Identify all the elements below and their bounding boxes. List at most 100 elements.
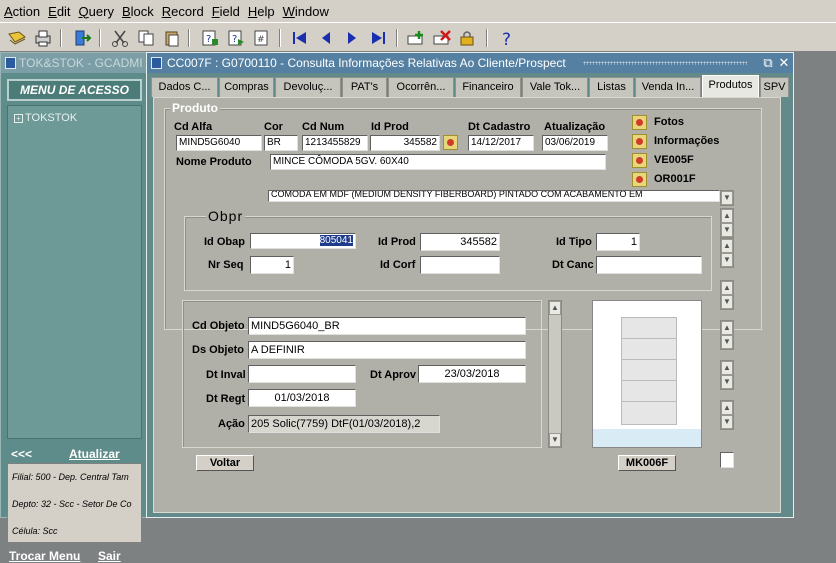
enter-query-icon[interactable]: ? — [200, 28, 220, 48]
record-scrollbar-2[interactable]: ▲ ▼ — [720, 238, 734, 268]
record-scrollbar-1[interactable]: ▲ ▼ — [720, 208, 734, 238]
informacoes-link[interactable]: Informações — [654, 135, 719, 147]
tab-compras[interactable]: Compras — [219, 77, 274, 97]
restore-icon[interactable]: ⧉ — [761, 55, 775, 71]
scroll-up-icon[interactable]: ▲ — [721, 321, 733, 335]
dt-canc-field[interactable] — [596, 256, 702, 274]
or001f-icon[interactable] — [632, 172, 647, 187]
atualizacao-field[interactable]: 03/06/2019 — [542, 135, 608, 151]
scroll-down-icon[interactable]: ▼ — [721, 191, 733, 205]
exit-link[interactable]: Sair — [98, 549, 121, 563]
tab-ocorrencias[interactable]: Ocorrên... — [388, 77, 454, 97]
menu-query[interactable]: Query — [75, 4, 118, 19]
scroll-down-icon[interactable]: ▼ — [721, 375, 733, 389]
ve005f-link[interactable]: VE005F — [654, 154, 694, 166]
tab-spv[interactable]: SPV — [760, 77, 789, 97]
print-icon[interactable] — [33, 28, 53, 48]
id-obap-field[interactable]: 805041 — [250, 233, 356, 249]
cd-alfa-field[interactable]: MIND5G6040 — [176, 135, 262, 151]
tab-vale-tok[interactable]: Vale Tok... — [522, 77, 588, 97]
save-icon[interactable] — [7, 28, 27, 48]
tab-produtos[interactable]: Produtos — [702, 75, 759, 97]
tab-pats[interactable]: PAT's — [342, 77, 387, 97]
scroll-up-icon[interactable]: ▲ — [549, 301, 561, 315]
scroll-down-icon[interactable]: ▼ — [549, 433, 561, 447]
objeto-scrollbar[interactable]: ▲ ▼ — [548, 300, 562, 448]
nome-produto-field[interactable]: MINCE CÔMODA 5GV. 60X40 — [270, 154, 606, 170]
execute-query-icon[interactable]: ? — [226, 28, 246, 48]
help-icon[interactable]: ? — [497, 28, 517, 48]
tab-listas[interactable]: Listas — [589, 77, 634, 97]
cd-num-field[interactable]: 1213455829 — [302, 135, 368, 151]
ds-objeto-field[interactable]: A DEFINIR — [248, 341, 526, 359]
update-link[interactable]: Atualizar — [69, 447, 120, 461]
menu-record[interactable]: Record — [158, 4, 208, 19]
photos-icon[interactable] — [632, 115, 647, 130]
previous-record-icon[interactable] — [316, 28, 336, 48]
menu-field[interactable]: Field — [208, 4, 244, 19]
copy-icon[interactable] — [136, 28, 156, 48]
close-icon[interactable]: ✕ — [777, 55, 791, 71]
dt-cadastro-field[interactable]: 14/12/2017 — [468, 135, 534, 151]
scroll-up-icon[interactable]: ▲ — [721, 209, 733, 223]
voltar-button[interactable]: Voltar — [196, 455, 254, 471]
scroll-down-icon[interactable]: ▼ — [721, 415, 733, 429]
scroll-up-icon[interactable]: ▲ — [721, 361, 733, 375]
record-scrollbar-5[interactable]: ▲ ▼ — [720, 360, 734, 390]
menu-action[interactable]: Action — [0, 4, 44, 19]
nr-seq-field[interactable]: 1 — [250, 256, 294, 274]
switch-menu-link[interactable]: Trocar Menu — [9, 549, 80, 563]
next-record-icon[interactable] — [342, 28, 362, 48]
cut-icon[interactable] — [110, 28, 130, 48]
scroll-up-icon[interactable]: ▲ — [721, 401, 733, 415]
id-tipo-field[interactable]: 1 — [596, 233, 640, 251]
tab-financeiro[interactable]: Financeiro — [455, 77, 521, 97]
record-indicator[interactable] — [720, 452, 734, 468]
record-scrollbar-3[interactable]: ▲ ▼ — [720, 280, 734, 310]
paste-icon[interactable] — [162, 28, 182, 48]
dt-inval-field[interactable] — [248, 365, 356, 383]
menu-edit[interactable]: Edit — [44, 4, 74, 19]
fotos-link[interactable]: Fotos — [654, 116, 684, 128]
scroll-up-icon[interactable]: ▲ — [721, 239, 733, 253]
descricao-field[interactable]: CÔMODA EM MDF (MEDIUM DENSITY FIBERBOARD… — [268, 190, 720, 202]
tab-dados-cliente[interactable]: Dados C... — [151, 77, 218, 97]
tab-venda-internet[interactable]: Venda In... — [635, 77, 701, 97]
back-link[interactable]: <<< — [11, 447, 32, 461]
cd-objeto-field[interactable]: MIND5G6040_BR — [248, 317, 526, 335]
menu-block[interactable]: Block — [118, 4, 158, 19]
record-scrollbar-4[interactable]: ▲ ▼ — [720, 320, 734, 350]
scroll-down-icon[interactable]: ▼ — [721, 223, 733, 237]
menu-help[interactable]: Help — [244, 4, 279, 19]
exit-icon[interactable] — [72, 28, 92, 48]
last-record-icon[interactable] — [368, 28, 388, 48]
obpr-id-prod-field[interactable]: 345582 — [420, 233, 500, 251]
scroll-down-icon[interactable]: ▼ — [721, 253, 733, 267]
id-corf-field[interactable] — [420, 256, 500, 274]
scroll-down-icon[interactable]: ▼ — [721, 335, 733, 349]
record-scrollbar-6[interactable]: ▲ ▼ — [720, 400, 734, 430]
tree-node-tokstok[interactable]: + TOKSTOK — [14, 112, 141, 124]
lock-record-icon[interactable] — [458, 28, 478, 48]
insert-record-icon[interactable] — [406, 28, 426, 48]
window-icon — [151, 57, 162, 69]
dt-regt-field[interactable]: 01/03/2018 — [248, 389, 356, 407]
count-query-icon[interactable]: # — [252, 28, 272, 48]
description-scrollbar[interactable]: ▼ — [720, 190, 734, 206]
id-prod-field[interactable]: 345582 — [370, 135, 440, 151]
expand-icon[interactable]: + — [14, 113, 23, 123]
tab-devolucoes[interactable]: Devoluç... — [275, 77, 341, 97]
cor-field[interactable]: BR — [264, 135, 298, 151]
or001f-link[interactable]: OR001F — [654, 173, 696, 185]
information-icon[interactable] — [632, 134, 647, 149]
scroll-up-icon[interactable]: ▲ — [721, 281, 733, 295]
ve005f-icon[interactable] — [632, 153, 647, 168]
delete-record-icon[interactable] — [432, 28, 452, 48]
scroll-down-icon[interactable]: ▼ — [721, 295, 733, 309]
acao-field[interactable]: 205 Solic(7759) DtF(01/03/2018),2 — [248, 415, 440, 433]
first-record-icon[interactable] — [290, 28, 310, 48]
product-lookup-icon[interactable] — [443, 135, 458, 150]
dt-aprov-field[interactable]: 23/03/2018 — [418, 365, 526, 383]
mk006f-button[interactable]: MK006F — [618, 455, 676, 471]
menu-window[interactable]: Window — [279, 4, 333, 19]
